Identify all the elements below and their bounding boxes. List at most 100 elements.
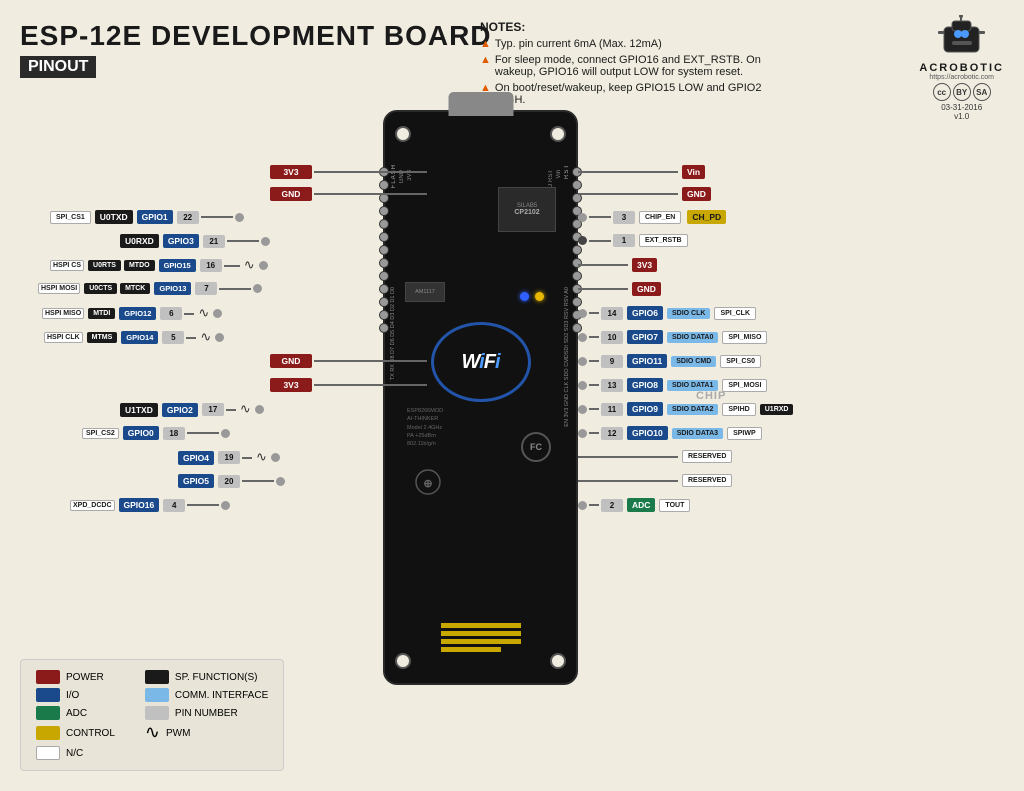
diagram-area: FLASH RST GND 3V3 Vin GND RST EN 3V3 GND… — [0, 105, 1024, 626]
lbl-chpd: CH_PD — [687, 210, 726, 224]
pin-gpio3: U0RXD GPIO3 21 — [120, 234, 270, 248]
pin-line — [578, 193, 678, 195]
legend-control: CONTROL — [36, 724, 115, 742]
lbl-3v3: 3V3 — [270, 165, 312, 179]
warn-icon-2: ▲ — [480, 54, 491, 66]
lbl-reserved1: RESERVED — [682, 450, 732, 463]
pin-gpio12: HSPI MISO MTDI GPIO12 6 ∿ — [42, 306, 222, 321]
pin-line — [314, 171, 427, 173]
usb-connector — [448, 92, 513, 116]
pin-chpen: 3 CHIP_EN CH_PD — [578, 210, 726, 224]
mount-hole-br — [550, 653, 566, 669]
logo-url: https://acrobotic.com — [919, 74, 1004, 81]
num-16: 16 — [200, 259, 222, 272]
pin-gpio13: HSPI MOSI U0CTS MTCK GPIO13 7 — [38, 282, 262, 295]
num-18: 18 — [163, 427, 185, 440]
led-group — [520, 292, 544, 301]
pin-dot — [578, 357, 587, 366]
fcc-logo: ⊕ — [413, 467, 443, 502]
pin-dot — [578, 309, 587, 318]
lbl-hspics: HSPI CS — [50, 260, 84, 271]
pin-gpio5: GPIO5 20 — [178, 474, 285, 488]
notes-section: NOTES: ▲ Typ. pin current 6mA (Max. 12mA… — [480, 20, 780, 110]
pin-gpio14: HSPI CLK MTMS GPIO14 5 ∿ — [44, 330, 224, 345]
brand-text: ACROBOTIC — [919, 62, 1004, 74]
lbl-3v3-r: 3V3 — [632, 258, 657, 272]
lbl-gpio3: GPIO3 — [163, 234, 199, 248]
pin-gnd-r2: GND — [578, 282, 661, 296]
legend-color-power — [36, 670, 60, 684]
pin-reserved2: RESERVED — [578, 474, 732, 487]
pin-line — [227, 240, 259, 242]
pin-gpio2: U1TXD GPIO2 17 ∿ — [120, 402, 264, 417]
pin-dot — [261, 237, 270, 246]
pin-line — [314, 360, 427, 362]
lbl-sdio-data2: SDIO DATA2 — [667, 404, 718, 415]
lbl-vin: Vin — [682, 165, 705, 179]
lbl-mtdi: MTDI — [88, 308, 115, 319]
lbl-spihd: SPIHD — [722, 403, 755, 416]
pin-dot — [221, 501, 230, 510]
lbl-hspimosi: HSPI MOSI — [38, 283, 80, 294]
num-11: 11 — [601, 403, 623, 416]
lbl-gpio5: GPIO5 — [178, 474, 214, 488]
num-6: 6 — [160, 307, 182, 320]
vin-v: Vin — [556, 170, 562, 179]
legend-pwm: ∿ PWM — [145, 724, 268, 742]
pin-line — [589, 432, 599, 434]
pin-gpio10: 12 GPIO10 SDIO DATA3 SPIWP — [578, 426, 762, 440]
cc-icon: cc — [933, 83, 951, 101]
num-9: 9 — [601, 355, 623, 368]
pin-line — [226, 409, 236, 411]
lbl-xpd: XPD_DCDC — [70, 500, 115, 511]
legend-label-nc: N/C — [66, 748, 83, 759]
lbl-gpio13: GPIO13 — [154, 282, 191, 295]
lbl-tout: TOUT — [659, 499, 690, 512]
page-title: ESP-12E DEVELOPMENT BOARD — [20, 20, 492, 52]
lbl-mtms: MTMS — [87, 332, 118, 343]
mount-hole-tl — [395, 126, 411, 142]
legend-special: SP. FUNCTION(S) — [145, 670, 268, 684]
warn-icon-1: ▲ — [480, 38, 491, 50]
pin-line — [589, 216, 611, 218]
pin-line — [578, 288, 628, 290]
lbl-gpio16: GPIO16 — [119, 498, 160, 512]
legend-label-comm: COMM. INTERFACE — [175, 690, 268, 701]
lbl-u0txd: U0TXD — [95, 210, 133, 224]
legend-color-io — [36, 688, 60, 702]
pin-hole — [379, 258, 389, 268]
lbl-gpio10: GPIO10 — [627, 426, 668, 440]
lbl-spimiso: SPI_MISO — [722, 331, 767, 344]
pin-line — [242, 457, 252, 459]
title-section: ESP-12E DEVELOPMENT BOARD PINOUT — [20, 20, 492, 78]
pin-hole — [379, 206, 389, 216]
notes-title: NOTES: — [480, 20, 780, 34]
lbl-mtdo: MTDO — [124, 260, 155, 271]
num-5: 5 — [162, 331, 184, 344]
lbl-gpio12: GPIO12 — [119, 307, 156, 320]
chip-label: CHIP — [696, 390, 726, 402]
lbl-gpio7: GPIO7 — [627, 330, 663, 344]
pin-3v3-mid: 3V3 — [270, 378, 427, 392]
legend-color-pinnum — [145, 706, 169, 720]
pin-line — [201, 216, 233, 218]
lbl-gpio4: GPIO4 — [178, 451, 214, 465]
legend-color-special — [145, 670, 169, 684]
pin-line — [589, 504, 599, 506]
rst-label: RST — [564, 164, 570, 179]
lbl-gpio2: GPIO2 — [162, 403, 198, 417]
legend-comm: COMM. INTERFACE — [145, 688, 268, 702]
lbl-sdio-data1: SDIO DATA1 — [667, 380, 718, 391]
legend-pinnum: PIN NUMBER — [145, 706, 268, 720]
pin-line — [314, 193, 427, 195]
sa-icon: SA — [973, 83, 991, 101]
lbl-gnd-mid: GND — [270, 354, 312, 368]
fc-mark: FC — [521, 432, 551, 462]
pin-line — [314, 384, 427, 386]
pin-dot — [255, 405, 264, 414]
robot-logo — [934, 15, 989, 57]
pwm-icon: ∿ — [145, 724, 160, 742]
pin-hole — [379, 310, 389, 320]
pin-line — [187, 432, 219, 434]
am-chip: AM1117 — [405, 282, 445, 302]
